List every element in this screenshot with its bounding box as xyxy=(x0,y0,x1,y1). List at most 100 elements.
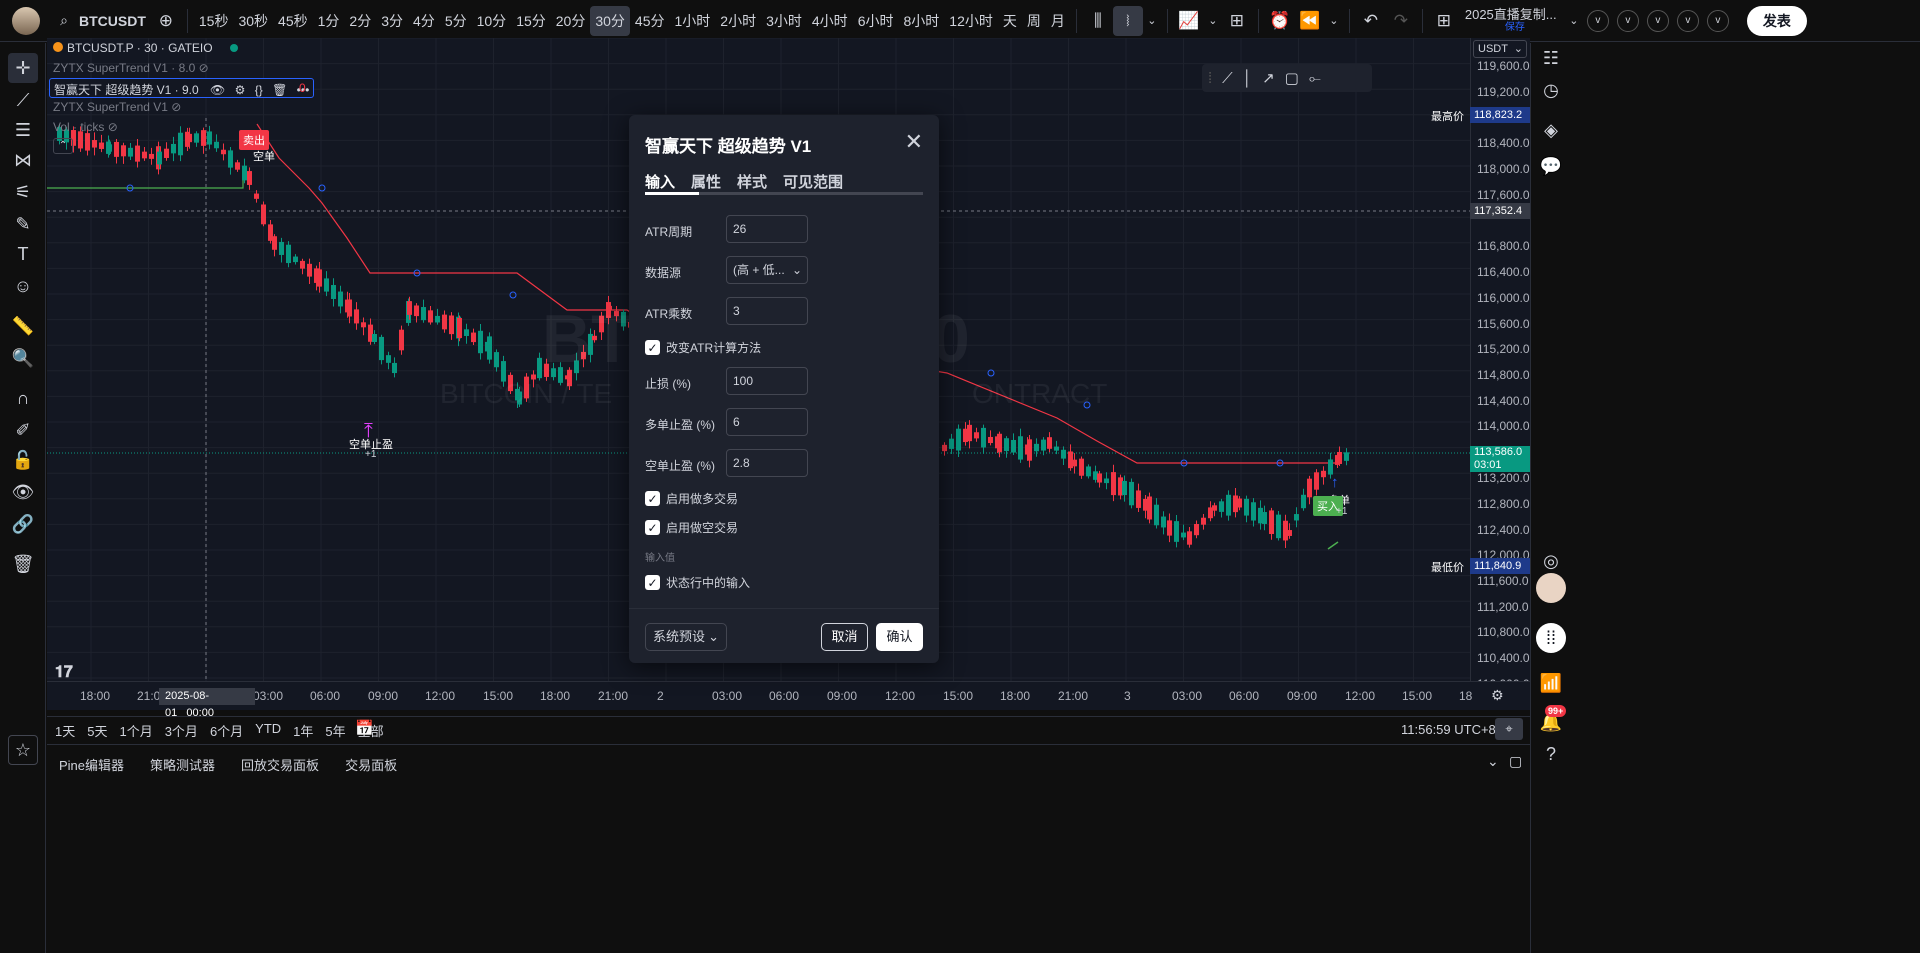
add-symbol-icon[interactable]: ⊕ xyxy=(151,6,181,36)
cancel-button[interactable]: 取消 xyxy=(821,623,868,651)
symbol-legend[interactable]: BTCUSDT.P · 30 · GATEIO xyxy=(53,41,238,55)
date-range-icon[interactable]: 📅 xyxy=(355,719,374,737)
panel-tab-1[interactable]: 策略测试器 xyxy=(150,755,215,774)
trash-icon[interactable]: 🗑 xyxy=(8,549,38,579)
tab-inputs[interactable]: 输入 xyxy=(645,171,675,192)
hidden-eye-icon[interactable]: ⊘ xyxy=(199,61,209,75)
chevron-down-icon[interactable]: ⌄ xyxy=(1204,6,1222,36)
v-button[interactable]: v xyxy=(1616,9,1639,32)
rectangle-tool-icon[interactable]: ▢ xyxy=(1285,69,1299,87)
vertical-line-icon[interactable]: │ xyxy=(1243,70,1252,87)
source-select[interactable]: (高 + 低... ⌄ xyxy=(726,256,808,284)
text-icon[interactable]: T xyxy=(8,239,38,269)
panel-tab-3[interactable]: 交易面板 xyxy=(345,755,397,774)
price-axis[interactable]: USDT ⌄ 119,600.0 119,200.0 118,400.0 118,00… xyxy=(1470,38,1530,710)
bar-chart-type-icon[interactable]: ⫼ xyxy=(1083,6,1113,36)
range-3[interactable]: 3个月 xyxy=(165,721,198,740)
range-7[interactable]: 5年 xyxy=(325,721,345,740)
change-atr-checkbox[interactable]: ✓ 改变ATR计算方法 xyxy=(645,339,761,356)
sell-marker[interactable]: 卖出 xyxy=(239,130,269,150)
user-avatar[interactable] xyxy=(12,6,40,35)
stop-loss-input[interactable]: 100 xyxy=(726,367,808,395)
redo-icon[interactable]: ↷ xyxy=(1386,6,1416,36)
pattern-icon[interactable]: ⋈ xyxy=(8,145,38,175)
tab-visibility[interactable]: 可见范围 xyxy=(783,171,843,192)
interval-6[interactable]: 4分 xyxy=(408,6,440,36)
interval-14[interactable]: 2小时 xyxy=(715,6,761,36)
interval-19[interactable]: 12小时 xyxy=(944,6,998,36)
interval-12[interactable]: 45分 xyxy=(630,6,670,36)
chat-icon[interactable]: 💬 xyxy=(1536,151,1566,181)
eye-icon[interactable]: 👁 xyxy=(210,83,225,97)
link-icon[interactable]: 🔗 xyxy=(8,509,38,539)
tab-style[interactable]: 样式 xyxy=(737,171,767,192)
ruler-icon[interactable]: 📏 xyxy=(8,311,38,341)
enable-long-checkbox[interactable]: ✓ 启用做多交易 xyxy=(645,490,738,507)
ok-button[interactable]: 确认 xyxy=(876,623,923,651)
short-tp-input[interactable]: 2.8 xyxy=(726,449,808,477)
v-button[interactable]: v xyxy=(1706,9,1729,32)
panel-tab-0[interactable]: Pine编辑器 xyxy=(59,755,124,774)
target-icon[interactable]: ◎ xyxy=(1536,546,1566,576)
pencil-lock-icon[interactable]: ✐ xyxy=(8,415,38,445)
hidden-eye-icon[interactable]: ⊘ xyxy=(108,120,118,134)
user-avatar-icon[interactable] xyxy=(1536,573,1566,603)
publish-button[interactable]: 发表 xyxy=(1746,5,1807,36)
tab-properties[interactable]: 属性 xyxy=(691,171,721,192)
interval-13[interactable]: 1小时 xyxy=(670,6,716,36)
alert-icon[interactable]: ⏰ xyxy=(1265,6,1295,36)
interval-16[interactable]: 4小时 xyxy=(807,6,853,36)
range-5[interactable]: YTD xyxy=(255,721,281,740)
chevron-down-icon[interactable]: ⌄ xyxy=(1325,6,1343,36)
indicators-icon[interactable]: 📈 xyxy=(1174,6,1204,36)
brush-icon[interactable]: ✎ xyxy=(8,209,38,239)
indicator-legend-4[interactable]: Vol · ticks ⊘ xyxy=(53,120,118,134)
indicator-legend-3[interactable]: ZYTX SuperTrend V1 ⊘ xyxy=(53,100,181,114)
chevron-down-icon[interactable]: ⌄ xyxy=(1565,6,1583,36)
emoji-icon[interactable]: ☺ xyxy=(8,271,38,301)
indicator-legend-1[interactable]: ZYTX SuperTrend V1 · 8.0 ⊘ xyxy=(53,61,209,75)
atr-multiplier-input[interactable]: 3 xyxy=(726,297,808,325)
line-tool-icon[interactable]: ⟋ xyxy=(1222,70,1233,87)
replay-icon[interactable]: ⏪ xyxy=(1295,6,1325,36)
symbol-search-button[interactable]: BTCUSDT xyxy=(74,6,151,36)
interval-4[interactable]: 2分 xyxy=(344,6,376,36)
lock-icon[interactable]: 🔓 xyxy=(8,445,38,475)
v-button[interactable]: v xyxy=(1676,9,1699,32)
interval-8[interactable]: 10分 xyxy=(472,6,512,36)
eye-icon[interactable]: 👁 xyxy=(8,477,38,507)
interval-9[interactable]: 15分 xyxy=(511,6,551,36)
interval-3[interactable]: 1分 xyxy=(313,6,345,36)
fib-icon[interactable]: ⚟ xyxy=(8,177,38,207)
collapse-legend-chevron-icon[interactable]: ⌃ xyxy=(53,138,73,154)
interval-21[interactable]: 周 xyxy=(1022,6,1046,36)
v-button[interactable]: v xyxy=(1586,9,1609,32)
source-code-icon[interactable]: {} xyxy=(255,83,263,97)
interval-0[interactable]: 15秒 xyxy=(194,6,234,36)
drag-handle-icon[interactable]: ⁞ xyxy=(1208,70,1212,87)
tradingview-logo-icon[interactable]: 𝟏𝟕 xyxy=(55,664,73,682)
indicator-legend-2[interactable]: 智赢天下 超级趋势 V1 · 9.0 👁 ⚙ {} 🗑 ••• xyxy=(49,78,315,98)
interval-2[interactable]: 45秒 xyxy=(273,6,313,36)
settings-gear-icon[interactable]: ⚙ xyxy=(235,83,246,97)
range-0[interactable]: 1天 xyxy=(55,721,75,740)
atr-period-input[interactable]: 26 xyxy=(726,215,808,243)
currency-select[interactable]: USDT ⌄ xyxy=(1473,40,1527,58)
maximize-icon[interactable]: ▢ xyxy=(1509,753,1522,770)
range-6[interactable]: 1年 xyxy=(293,721,313,740)
panel-tab-2[interactable]: 回放交易面板 xyxy=(241,755,319,774)
interval-11[interactable]: 30分 xyxy=(590,5,630,36)
layout-icon[interactable]: ⊞ xyxy=(1429,6,1459,36)
layers-icon[interactable]: ◈ xyxy=(1536,115,1566,145)
candle-chart-type-icon[interactable]: ⧘ xyxy=(1112,5,1143,36)
magnet-icon[interactable]: ∩ xyxy=(8,383,38,413)
preset-select[interactable]: 系统预设 ⌄ xyxy=(645,623,727,651)
ray-tool-icon[interactable]: ↗ xyxy=(1262,69,1275,87)
search-icon[interactable]: ⌕ xyxy=(54,6,74,36)
interval-17[interactable]: 6小时 xyxy=(853,6,899,36)
delete-icon[interactable]: 🗑 xyxy=(272,83,287,97)
enable-short-checkbox[interactable]: ✓ 启用做空交易 xyxy=(645,519,738,536)
chevron-down-icon[interactable]: ⌄ xyxy=(1143,6,1161,36)
help-icon[interactable]: ? xyxy=(1536,739,1566,769)
layout-name-block[interactable]: 2025直播复制... 保存 xyxy=(1465,8,1565,34)
